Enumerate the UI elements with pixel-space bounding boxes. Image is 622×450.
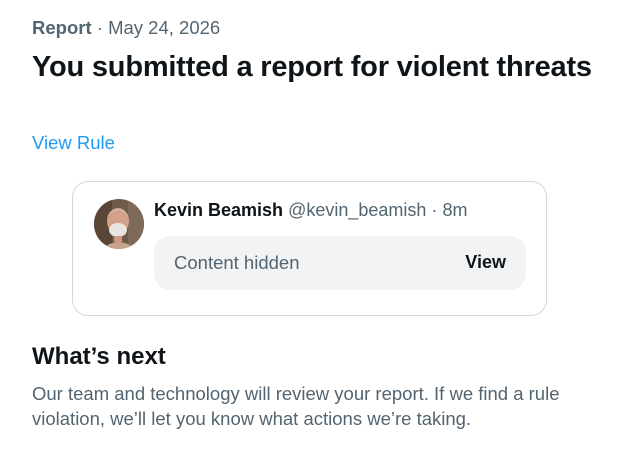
view-content-button[interactable]: View <box>465 251 506 273</box>
author-handle[interactable]: @kevin_beamish <box>288 200 426 220</box>
whats-next-body: Our team and technology will review your… <box>32 383 560 429</box>
avatar-image <box>94 199 144 249</box>
page-title: You submitted a report for violent threa… <box>32 51 592 83</box>
hidden-content-box: Content hidden View <box>154 236 526 290</box>
author-name[interactable]: Kevin Beamish <box>154 200 283 220</box>
reported-post-card[interactable]: Kevin Beamish @kevin_beamish · 8m Conten… <box>72 181 547 316</box>
avatar[interactable] <box>94 199 144 249</box>
post-time[interactable]: 8m <box>442 200 467 220</box>
meta-separator: · <box>96 17 103 38</box>
report-date: May 24, 2026 <box>108 17 221 38</box>
report-meta: Report · May 24, 2026 <box>32 17 220 39</box>
content-hidden-label: Content hidden <box>174 252 300 273</box>
view-rule-link[interactable]: View Rule <box>32 132 115 154</box>
post-header: Kevin Beamish @kevin_beamish · 8m <box>154 199 467 221</box>
header-separator: · <box>431 200 438 220</box>
report-category: Report <box>32 17 92 38</box>
whats-next-heading: What’s next <box>32 343 166 370</box>
